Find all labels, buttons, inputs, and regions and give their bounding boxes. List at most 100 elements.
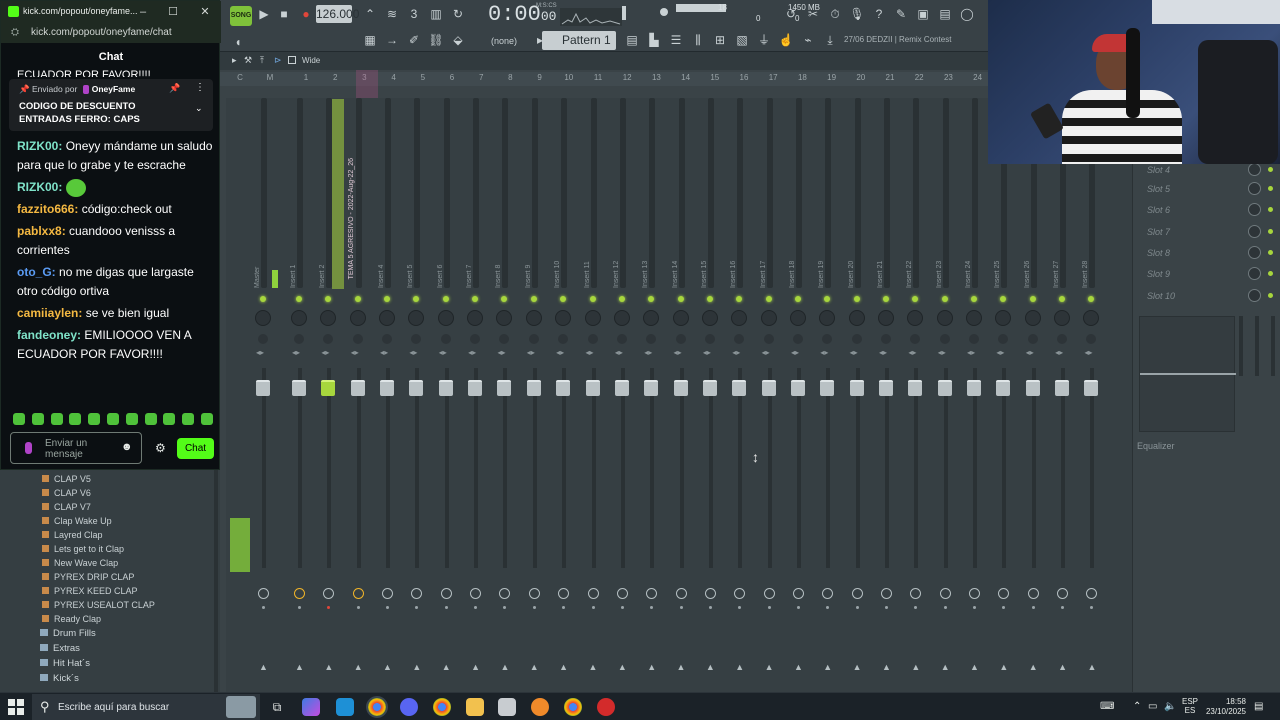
strip-send-arrow-icon[interactable]: ▲ (1087, 662, 1096, 672)
eq-band3-slider[interactable] (1271, 316, 1275, 376)
keyboard-icon[interactable]: ⌨ (1100, 701, 1114, 712)
strip-route-icon[interactable] (382, 588, 394, 599)
strip-pan-knob[interactable] (467, 310, 484, 326)
plugin-picker-icon[interactable]: ▧ (732, 30, 752, 50)
strip-fader[interactable] (879, 380, 893, 396)
mixer-strip[interactable]: Insert 11 ◂▸ ▲ (582, 98, 606, 672)
song-mode-toggle[interactable]: SONG (230, 6, 252, 26)
touch-keyboard-icon[interactable]: ☝ (776, 30, 796, 50)
strip-fader[interactable] (908, 380, 923, 396)
slot-mix-knob[interactable] (1248, 288, 1261, 302)
browser-sample-item[interactable]: CLAP V5 (42, 474, 91, 484)
master-pitch-knob[interactable] (660, 8, 668, 16)
strip-enable-led[interactable] (677, 296, 684, 302)
strip-stereo-knob[interactable] (881, 334, 891, 344)
mixer-strip[interactable]: Insert 10 ◂▸ ▲ (552, 98, 576, 672)
mixer-strip[interactable]: Insert 19 ◂▸ ▲ (816, 98, 840, 672)
strip-pan-knob[interactable] (966, 310, 983, 326)
quick-emote-icon[interactable] (88, 413, 101, 425)
strip-stereo-knob[interactable] (910, 334, 921, 344)
effect-slot[interactable]: Slot 5 (1139, 179, 1275, 199)
mixer-strip[interactable]: Insert 8 ◂▸ ▲ (493, 98, 517, 672)
strip-stereo-knob[interactable] (616, 334, 627, 344)
strip-send-arrow-icon[interactable]: ▲ (559, 662, 568, 672)
close-icon[interactable]: ✕ (197, 4, 213, 20)
strip-enable-led[interactable] (530, 296, 537, 302)
strip-route-icon[interactable] (470, 588, 482, 599)
strip-pan-knob[interactable] (701, 310, 718, 326)
strip-pan-knob[interactable] (379, 310, 396, 326)
strip-enable-led[interactable] (648, 296, 655, 302)
strip-pan-knob[interactable] (349, 310, 366, 326)
chrome-active-icon[interactable] (366, 696, 388, 718)
tempo-display[interactable]: 126.000 (316, 5, 359, 23)
arrow-right-icon[interactable]: → (382, 30, 402, 50)
strip-enable-led[interactable] (765, 296, 772, 302)
cpu-meter-icon[interactable]: ⏱ (825, 4, 845, 24)
strip-route-icon[interactable] (998, 588, 1010, 599)
strip-stereo-knob[interactable] (704, 334, 715, 344)
loop-record-icon[interactable]: ↻ (448, 4, 468, 24)
slot-enable-led[interactable] (1268, 271, 1273, 277)
strip-enable-led[interactable] (912, 296, 919, 302)
strip-send-arrow-icon[interactable]: ▲ (500, 662, 509, 672)
strip-stereo-knob[interactable] (499, 334, 510, 344)
strip-swap-icon[interactable]: ◂▸ (791, 348, 799, 357)
edge-icon[interactable] (336, 698, 354, 716)
browser-sample-item[interactable]: CLAP V6 (42, 488, 91, 498)
wait-input-icon[interactable]: ≋ (382, 4, 402, 24)
mixer-strip[interactable]: Insert 21 ◂▸ ▲ (875, 98, 899, 672)
strip-swap-icon[interactable]: ◂▸ (820, 348, 828, 357)
strip-stereo-knob[interactable] (558, 334, 569, 344)
strip-stereo-knob[interactable] (528, 334, 539, 344)
mixer-strip[interactable]: Insert 20 ◂▸ ▲ (846, 98, 870, 672)
quick-emote-icon[interactable] (31, 413, 44, 425)
browser-sample-item[interactable]: CLAP V7 (42, 502, 91, 512)
strip-pan-knob[interactable] (995, 310, 1012, 326)
chat-send-button[interactable]: Chat (177, 438, 214, 459)
mixer-export-icon[interactable]: ⤒ (260, 55, 264, 66)
mixer-strip[interactable]: Insert 23 ◂▸ ▲ (934, 98, 958, 672)
slot-enable-led[interactable] (1268, 249, 1273, 255)
strip-stereo-knob[interactable] (969, 334, 980, 344)
strip-swap-icon[interactable]: ◂▸ (644, 348, 652, 357)
strip-fader[interactable] (380, 380, 395, 396)
strip-route-icon[interactable] (792, 588, 804, 599)
strip-stereo-knob[interactable] (587, 334, 598, 344)
strip-stereo-knob[interactable] (323, 334, 334, 344)
effect-slot[interactable]: Slot 10 (1139, 286, 1275, 306)
strip-enable-led[interactable] (618, 296, 625, 302)
effect-slot[interactable]: Slot 9 (1139, 264, 1275, 284)
slot-enable-led[interactable] (1268, 228, 1273, 234)
strip-route-icon[interactable] (1057, 588, 1069, 599)
master-strip[interactable]: Master ◂▸ ▲ (252, 98, 276, 672)
plugin-db-icon[interactable]: ⏚ (754, 30, 774, 50)
strip-pan-knob[interactable] (408, 310, 425, 326)
strip-route-icon[interactable] (294, 588, 305, 599)
strip-swap-icon[interactable]: ◂▸ (586, 348, 594, 357)
strip-route-icon[interactable] (646, 588, 658, 599)
maximize-icon[interactable]: ☐ (165, 4, 181, 20)
strip-send-arrow-icon[interactable]: ▲ (295, 662, 304, 672)
strip-swap-icon[interactable]: ◂▸ (674, 348, 682, 357)
mixer-strip[interactable]: Insert 9 ◂▸ ▲ (523, 98, 547, 672)
strip-fader[interactable] (732, 380, 747, 396)
copilot-icon[interactable] (302, 698, 320, 716)
strip-swap-icon[interactable]: ◂▸ (967, 348, 975, 357)
strip-pan-knob[interactable] (613, 310, 630, 326)
strip-enable-led[interactable] (589, 296, 596, 302)
system-clock[interactable]: 18:58 23/10/2025 (1202, 697, 1246, 717)
effect-slot[interactable]: Slot 6 (1139, 200, 1275, 220)
strip-swap-icon[interactable]: ◂▸ (850, 348, 858, 357)
pinned-message[interactable]: 📌 Enviado por OneyFame 📌 ⋮ CODIGO DE DES… (9, 79, 213, 131)
strip-fader[interactable] (820, 380, 835, 396)
strip-swap-icon[interactable]: ◂▸ (762, 348, 770, 357)
strip-fader[interactable] (438, 380, 453, 396)
strip-enable-led[interactable] (1000, 296, 1007, 302)
strip-enable-led[interactable] (325, 296, 332, 302)
strip-send-arrow-icon[interactable]: ▲ (442, 662, 451, 672)
obs-icon[interactable] (597, 698, 615, 716)
slot-mix-knob[interactable] (1248, 203, 1261, 217)
save-icon[interactable]: ▣ (913, 4, 933, 24)
quick-emote-icon[interactable] (107, 413, 119, 425)
